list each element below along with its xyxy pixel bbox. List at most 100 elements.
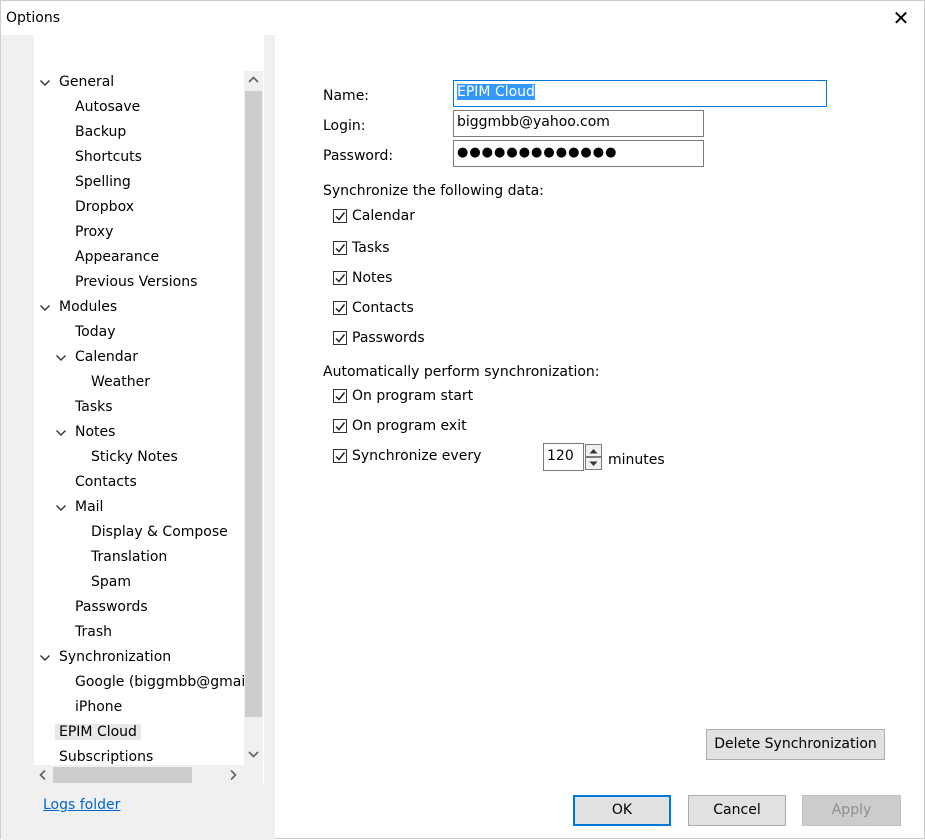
tree-vertical-scroll-thumb[interactable]	[245, 91, 262, 717]
settings-panel: Name: EPIM Cloud Login: biggmbb@yahoo.co…	[276, 35, 921, 787]
tree-item[interactable]: Spelling	[75, 171, 131, 193]
scroll-right-icon[interactable]	[224, 766, 242, 784]
tree-item[interactable]: Google (biggmbb@gmai	[75, 671, 245, 693]
tree-item[interactable]: Autosave	[75, 96, 140, 118]
tree-item[interactable]: Display & Compose	[91, 521, 228, 543]
tree-item-label: Passwords	[75, 599, 148, 615]
checkmark-icon[interactable]	[333, 209, 347, 223]
chevron-down-icon[interactable]	[39, 77, 51, 89]
login-label: Login:	[323, 118, 366, 134]
tree-item-label: Backup	[75, 124, 127, 140]
scroll-left-icon[interactable]	[34, 766, 52, 784]
tree-item-label: Spelling	[75, 174, 131, 190]
tree-item-label: Calendar	[75, 349, 138, 365]
checkmark-icon[interactable]	[333, 389, 347, 403]
interval-input[interactable]: 120	[543, 443, 584, 471]
tree-item[interactable]: Calendar	[56, 346, 138, 368]
tree-item[interactable]: Today	[75, 321, 116, 343]
name-label: Name:	[323, 88, 370, 104]
tree-item-label: Google (biggmbb@gmai	[75, 674, 246, 690]
tree-item-label: Autosave	[75, 99, 141, 115]
chevron-down-icon[interactable]	[39, 302, 51, 314]
tree-item-label: Subscriptions	[59, 749, 154, 765]
tree-item[interactable]: Contacts	[75, 471, 137, 493]
checkmark-icon[interactable]	[333, 301, 347, 315]
tree-item[interactable]: Shortcuts	[75, 146, 142, 168]
chevron-down-icon[interactable]	[55, 352, 67, 364]
checkbox-label: Tasks	[352, 240, 390, 256]
cancel-button[interactable]: Cancel	[688, 795, 786, 826]
tree-item-label: Previous Versions	[75, 274, 198, 290]
chevron-down-icon[interactable]	[39, 652, 51, 664]
tree-item-label: EPIM Cloud	[55, 724, 141, 740]
checkbox-label: On program exit	[352, 418, 467, 434]
chevron-down-icon[interactable]	[55, 502, 67, 514]
tree-item-label: Display & Compose	[91, 524, 228, 540]
tree-item[interactable]: Notes	[56, 421, 116, 443]
chevron-down-icon[interactable]	[55, 427, 67, 439]
sync-data-heading: Synchronize the following data:	[323, 183, 544, 199]
tree-item-label: Synchronization	[59, 649, 172, 665]
tree-item-label: Dropbox	[75, 199, 134, 215]
login-input-value: biggmbb@yahoo.com	[457, 114, 610, 130]
window-title: Options	[6, 10, 61, 26]
tree-item[interactable]: General	[40, 71, 114, 93]
tree-item[interactable]: Passwords	[75, 596, 148, 618]
auto-sync-heading: Automatically perform synchronization:	[323, 364, 600, 380]
tree-item[interactable]: Sticky Notes	[91, 446, 178, 468]
name-input[interactable]: EPIM Cloud	[453, 80, 827, 107]
tree-item[interactable]: Spam	[91, 571, 131, 593]
left-pane: General Autosave Backup Shortcuts Spelling Dr…	[1, 35, 275, 840]
tree-vertical-scrollbar[interactable]	[244, 71, 263, 765]
checkbox-label: Notes	[352, 270, 393, 286]
tree-item-label: Mail	[75, 499, 104, 515]
logs-folder-link[interactable]: Logs folder	[43, 797, 120, 813]
tree-item-label: Weather	[91, 374, 150, 390]
checkmark-icon[interactable]	[333, 419, 347, 433]
tree-item[interactable]: Modules	[40, 296, 118, 318]
spin-down-icon[interactable]	[585, 457, 602, 470]
close-icon[interactable]: ✕	[890, 7, 912, 29]
password-input-value: ●●●●●●●●●●●●●	[457, 145, 618, 160]
checkmark-icon[interactable]	[333, 241, 347, 255]
tree-item[interactable]: Dropbox	[75, 196, 134, 218]
tree-item[interactable]: Tasks	[75, 396, 113, 418]
apply-button[interactable]: Apply	[802, 795, 901, 826]
login-input[interactable]: biggmbb@yahoo.com	[453, 110, 704, 137]
checkbox-label: On program start	[352, 388, 474, 404]
tree-item[interactable]: Proxy	[75, 221, 113, 243]
scroll-down-icon[interactable]	[244, 745, 263, 763]
password-label: Password:	[323, 148, 394, 164]
tree-item[interactable]: Previous Versions	[75, 271, 197, 293]
tree-item[interactable]: Appearance	[75, 246, 159, 268]
tree-item[interactable]: EPIM Cloud	[55, 721, 141, 743]
tree-item[interactable]: Trash	[75, 621, 112, 643]
tree-item[interactable]: Backup	[75, 121, 126, 143]
scroll-up-icon[interactable]	[244, 71, 263, 89]
name-input-value: EPIM Cloud	[457, 84, 535, 100]
password-input[interactable]: ●●●●●●●●●●●●●	[453, 140, 704, 167]
tree-item-label: Proxy	[75, 224, 114, 240]
tree-item[interactable]: Mail	[56, 496, 104, 518]
tree-horizontal-scrollbar[interactable]	[34, 765, 244, 785]
checkbox-label: Synchronize every	[352, 448, 482, 464]
tree-item-label: Notes	[75, 424, 116, 440]
tree-item-label: Modules	[59, 299, 118, 315]
checkmark-icon[interactable]	[333, 331, 347, 345]
title-bar: Options ✕	[1, 1, 924, 35]
checkbox-label: Calendar	[352, 208, 415, 224]
checkmark-icon[interactable]	[333, 449, 347, 463]
delete-synchronization-button[interactable]: Delete Synchronization	[706, 729, 885, 760]
ok-button[interactable]: OK	[573, 795, 671, 826]
tree-item-label: Tasks	[75, 399, 113, 415]
tree-item-label: iPhone	[75, 699, 123, 715]
tree-item-label: Sticky Notes	[91, 449, 178, 465]
tree-horizontal-scroll-thumb[interactable]	[53, 767, 192, 783]
spin-up-icon[interactable]	[585, 444, 602, 457]
interval-stepper[interactable]: 120	[543, 443, 603, 471]
tree-item[interactable]: Synchronization	[40, 646, 172, 668]
tree-item[interactable]: Weather	[91, 371, 150, 393]
tree-item[interactable]: iPhone	[75, 696, 122, 718]
tree-item[interactable]: Translation	[91, 546, 167, 568]
checkmark-icon[interactable]	[333, 271, 347, 285]
